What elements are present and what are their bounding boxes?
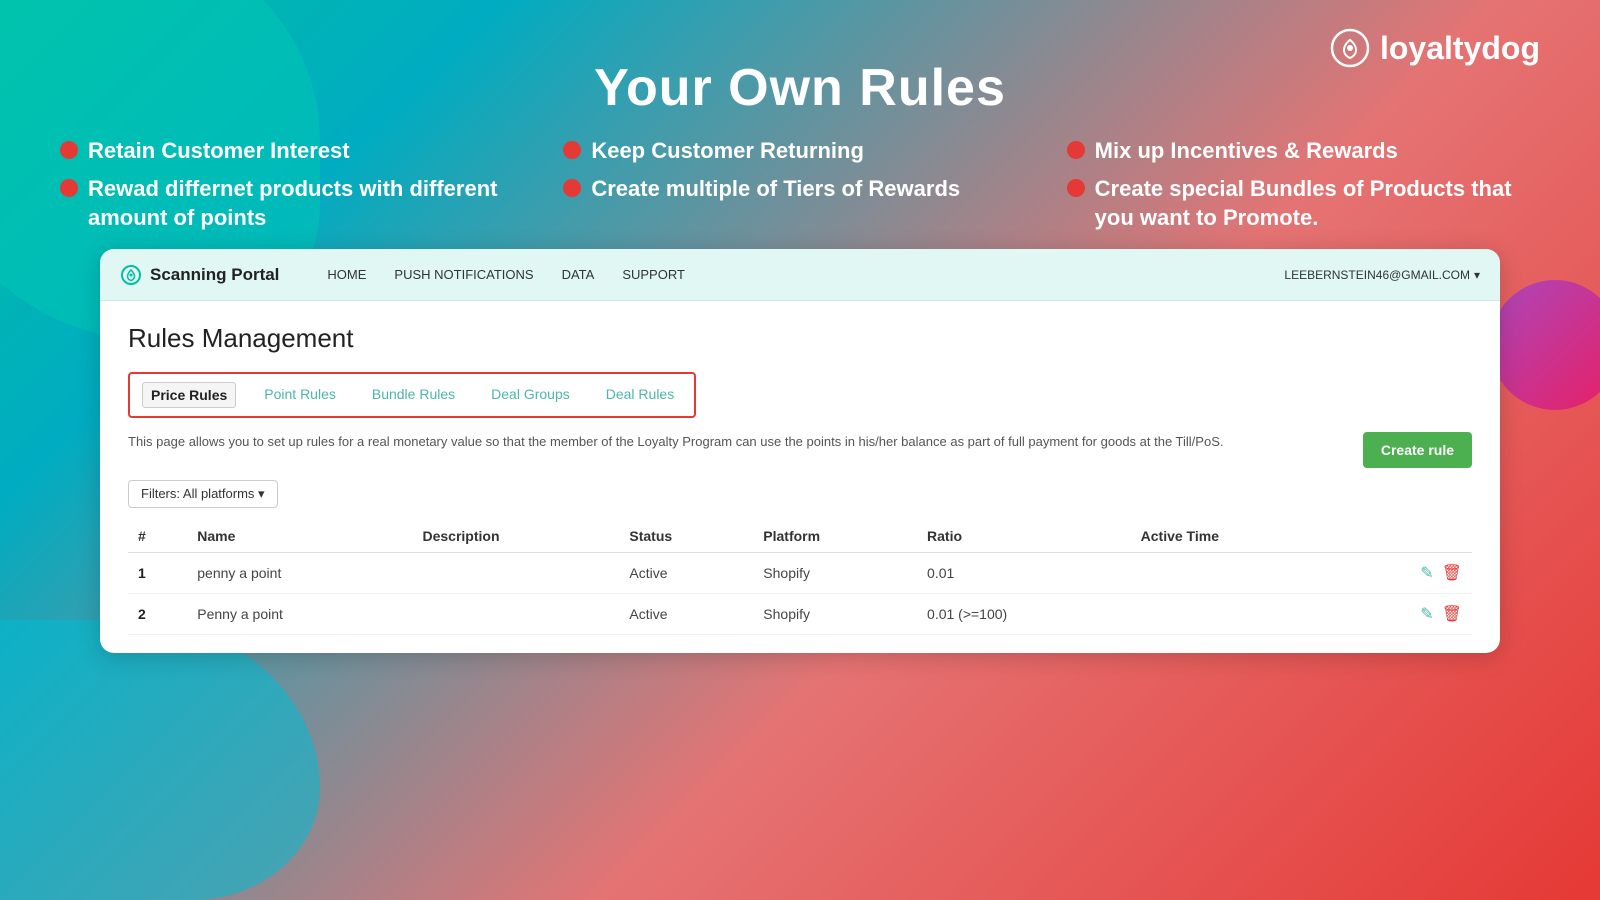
row1-num: 1 — [128, 553, 187, 594]
row1-name: penny a point — [187, 553, 412, 594]
row2-status: Active — [619, 594, 753, 635]
row2-name: Penny a point — [187, 594, 412, 635]
col-active-time: Active Time — [1131, 520, 1341, 553]
col-name: Name — [187, 520, 412, 553]
bullet-icon-6 — [1067, 179, 1085, 197]
feature-item-5: Create multiple of Tiers of Rewards — [563, 174, 1036, 233]
portal-nav: Scanning Portal HOME PUSH NOTIFICATIONS … — [100, 249, 1500, 301]
bullet-icon-3 — [1067, 141, 1085, 159]
nav-links: HOME PUSH NOTIFICATIONS DATA SUPPORT — [327, 267, 1252, 282]
row2-ratio: 0.01 (>=100) — [917, 594, 1131, 635]
tab-bundle-rules[interactable]: Bundle Rules — [364, 382, 463, 408]
feature-item-4: Rewad differnet products with different … — [60, 174, 533, 233]
table-row: 1 penny a point Active Shopify 0.01 ✎ 🗑 — [128, 553, 1472, 594]
tab-deal-groups[interactable]: Deal Groups — [483, 382, 578, 408]
bullet-icon-2 — [563, 141, 581, 159]
features-grid: Retain Customer Interest Keep Customer R… — [0, 136, 1600, 233]
table-header-row: # Name Description Status Platform Ratio… — [128, 520, 1472, 553]
portal-card: Scanning Portal HOME PUSH NOTIFICATIONS … — [100, 249, 1500, 653]
feature-item-3: Mix up Incentives & Rewards — [1067, 136, 1540, 166]
col-ratio: Ratio — [917, 520, 1131, 553]
rules-table: # Name Description Status Platform Ratio… — [128, 520, 1472, 635]
row1-platform: Shopify — [753, 553, 917, 594]
row1-active-time — [1131, 553, 1341, 594]
col-number: # — [128, 520, 187, 553]
bullet-icon-4 — [60, 179, 78, 197]
main-title: Your Own Rules — [60, 30, 1540, 136]
row2-platform: Shopify — [753, 594, 917, 635]
col-description: Description — [413, 520, 620, 553]
page-title: Rules Management — [128, 323, 1472, 354]
row2-active-time — [1131, 594, 1341, 635]
bullet-icon-1 — [60, 141, 78, 159]
feature-item-6: Create special Bundles of Products that … — [1067, 174, 1540, 233]
row1-edit-button[interactable]: ✎ — [1420, 563, 1433, 583]
row2-actions: ✎ 🗑 — [1340, 594, 1472, 635]
feature-text-2: Keep Customer Returning — [591, 136, 864, 166]
feature-text-4: Rewad differnet products with different … — [88, 174, 533, 233]
tabs-container: Price Rules Point Rules Bundle Rules Dea… — [128, 372, 696, 418]
row2-delete-button[interactable]: 🗑 — [1442, 604, 1462, 624]
col-status: Status — [619, 520, 753, 553]
nav-support[interactable]: SUPPORT — [622, 267, 685, 282]
tab-point-rules[interactable]: Point Rules — [256, 382, 344, 408]
row2-edit-button[interactable]: ✎ — [1420, 604, 1433, 624]
logo-text: loyaltydog — [1380, 30, 1540, 67]
filter-button[interactable]: Filters: All platforms ▾ — [128, 480, 278, 508]
row1-ratio: 0.01 — [917, 553, 1131, 594]
row1-actions: ✎ 🗑 — [1340, 553, 1472, 594]
feature-text-5: Create multiple of Tiers of Rewards — [591, 174, 960, 204]
feature-text-1: Retain Customer Interest — [88, 136, 350, 166]
nav-logo-icon — [120, 264, 142, 286]
row2-num: 2 — [128, 594, 187, 635]
bullet-icon-5 — [563, 179, 581, 197]
row1-status: Active — [619, 553, 753, 594]
nav-push-notifications[interactable]: PUSH NOTIFICATIONS — [394, 267, 533, 282]
table-row: 2 Penny a point Active Shopify 0.01 (>=1… — [128, 594, 1472, 635]
logo: loyaltydog — [1330, 28, 1540, 68]
row2-description — [413, 594, 620, 635]
header-area: Your Own Rules — [0, 0, 1600, 136]
page-description: This page allows you to set up rules for… — [128, 432, 1347, 452]
portal-brand-label: Scanning Portal — [150, 265, 279, 285]
tab-price-rules[interactable]: Price Rules — [142, 382, 236, 408]
nav-home[interactable]: HOME — [327, 267, 366, 282]
row1-delete-button[interactable]: 🗑 — [1442, 563, 1462, 583]
tab-deal-rules[interactable]: Deal Rules — [598, 382, 682, 408]
create-rule-button[interactable]: Create rule — [1363, 432, 1472, 468]
row1-description — [413, 553, 620, 594]
feature-text-3: Mix up Incentives & Rewards — [1095, 136, 1398, 166]
feature-item-1: Retain Customer Interest — [60, 136, 533, 166]
nav-user-chevron: ▾ — [1474, 268, 1480, 282]
col-actions — [1340, 520, 1472, 553]
col-platform: Platform — [753, 520, 917, 553]
nav-user-email: LEEBERNSTEIN46@GMAIL.COM — [1284, 268, 1470, 282]
feature-text-6: Create special Bundles of Products that … — [1095, 174, 1540, 233]
feature-item-2: Keep Customer Returning — [563, 136, 1036, 166]
portal-content: Rules Management Price Rules Point Rules… — [100, 301, 1500, 653]
loyaltydog-logo-icon — [1330, 28, 1370, 68]
portal-brand: Scanning Portal — [120, 264, 279, 286]
nav-user-menu[interactable]: LEEBERNSTEIN46@GMAIL.COM ▾ — [1284, 268, 1480, 282]
nav-data[interactable]: DATA — [562, 267, 595, 282]
description-row: This page allows you to set up rules for… — [128, 432, 1472, 468]
